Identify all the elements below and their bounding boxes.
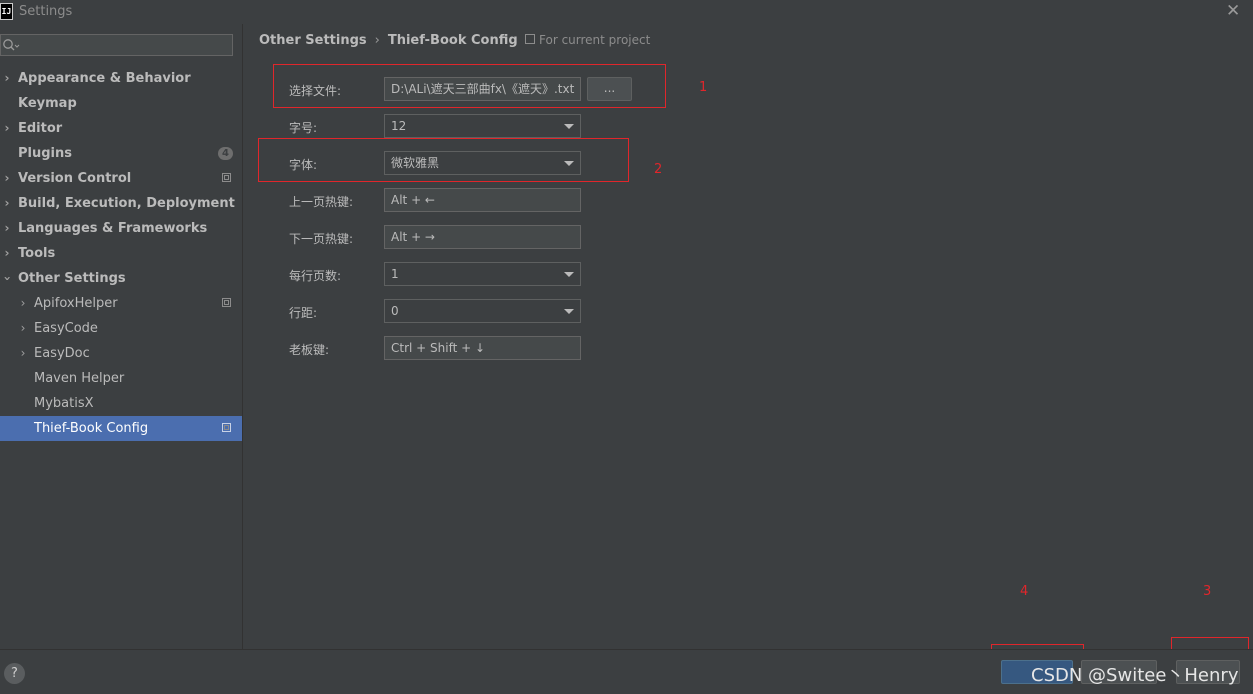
annotation-number-3: 3 xyxy=(1203,584,1212,599)
sidebar-item-label: EasyDoc xyxy=(34,346,90,361)
pages-per-row-value: 1 xyxy=(391,267,399,281)
breadcrumb-separator: › xyxy=(374,33,380,48)
project-scope-icon xyxy=(222,423,231,432)
sidebar-item-label: Maven Helper xyxy=(34,371,125,386)
project-scope-icon xyxy=(222,173,231,182)
settings-sidebar: › Appearance & Behavior Keymap › Editor … xyxy=(0,24,243,649)
sidebar-item-label: Editor xyxy=(18,121,63,136)
sidebar-item-label: ApifoxHelper xyxy=(34,296,118,311)
sidebar-item-thief-book-config[interactable]: Thief-Book Config xyxy=(0,416,242,441)
sidebar-item-label: Keymap xyxy=(18,96,77,111)
scope-label: For current project xyxy=(539,33,651,47)
sidebar-item-tools[interactable]: › Tools xyxy=(0,241,242,266)
sidebar-item-label: Appearance & Behavior xyxy=(18,71,191,86)
sidebar-item-label: Plugins xyxy=(18,146,72,161)
sidebar-item-label: Tools xyxy=(18,246,56,261)
sidebar-item-label: Version Control xyxy=(18,171,132,186)
line-spacing-select[interactable]: 0 xyxy=(384,299,581,323)
sidebar-item-label: Other Settings xyxy=(18,271,126,286)
sidebar-item-editor[interactable]: › Editor xyxy=(0,116,242,141)
sidebar-item-maven-helper[interactable]: Maven Helper xyxy=(0,366,242,391)
boss-key-field[interactable]: Ctrl + Shift + ↓ xyxy=(384,336,581,360)
chevron-right-icon: › xyxy=(4,196,10,210)
annotation-number-2: 2 xyxy=(654,162,663,177)
annotation-number-1: 1 xyxy=(699,80,708,95)
chevron-right-icon: › xyxy=(4,171,10,185)
title-bar: IJ Settings ✕ xyxy=(0,0,1253,24)
sidebar-item-keymap[interactable]: Keymap xyxy=(0,91,242,116)
help-icon[interactable]: ? xyxy=(4,663,25,684)
prev-page-hotkey-field[interactable]: Alt + ← xyxy=(384,188,581,212)
chevron-down-icon: › xyxy=(0,276,15,281)
sidebar-item-apifoxhelper[interactable]: › ApifoxHelper xyxy=(0,291,242,316)
dropdown-arrow-icon xyxy=(564,309,574,314)
intellij-app-icon: IJ xyxy=(0,3,13,20)
dropdown-arrow-icon xyxy=(564,272,574,277)
breadcrumb-current: Thief-Book Config xyxy=(387,33,518,48)
boss-key-label: 老板键: xyxy=(289,343,330,357)
annotation-box-2 xyxy=(258,138,629,182)
csdn-watermark: CSDN @Switee丶Henry xyxy=(1031,665,1239,686)
chevron-right-icon: › xyxy=(4,121,10,135)
annotation-number-4: 4 xyxy=(1020,584,1029,599)
line-spacing-label: 行距: xyxy=(289,306,318,320)
next-page-hotkey-field[interactable]: Alt + → xyxy=(384,225,581,249)
pages-per-row-label: 每行页数: xyxy=(289,269,342,283)
annotation-box-1 xyxy=(273,64,666,108)
project-scope-icon xyxy=(222,298,231,307)
sidebar-item-easydoc[interactable]: › EasyDoc xyxy=(0,341,242,366)
sidebar-item-plugins[interactable]: Plugins 4 xyxy=(0,141,242,166)
chevron-right-icon: › xyxy=(20,296,26,310)
sidebar-item-mybatisx[interactable]: MybatisX xyxy=(0,391,242,416)
sidebar-item-languages-frameworks[interactable]: › Languages & Frameworks xyxy=(0,216,242,241)
sidebar-item-label: Build, Execution, Deployment xyxy=(18,196,235,211)
breadcrumb: Other Settings › Thief-Book Config xyxy=(259,33,518,48)
sidebar-item-other-settings[interactable]: › Other Settings xyxy=(0,266,242,291)
chevron-right-icon: › xyxy=(20,321,26,335)
pages-per-row-select[interactable]: 1 xyxy=(384,262,581,286)
window-title: Settings xyxy=(19,4,73,19)
chevron-right-icon: › xyxy=(4,246,10,260)
scope-indicator: For current project xyxy=(525,33,650,47)
font-size-label: 字号: xyxy=(289,121,318,135)
next-page-hotkey-label: 下一页热键: xyxy=(289,232,354,246)
sidebar-item-label: Thief-Book Config xyxy=(34,421,149,436)
sidebar-item-appearance-behavior[interactable]: › Appearance & Behavior xyxy=(0,66,242,91)
sidebar-item-easycode[interactable]: › EasyCode xyxy=(0,316,242,341)
font-size-select[interactable]: 12 xyxy=(384,114,581,138)
search-icon xyxy=(3,39,20,51)
dropdown-arrow-icon xyxy=(564,124,574,129)
chevron-right-icon: › xyxy=(4,221,10,235)
plugins-update-badge: 4 xyxy=(218,147,233,160)
line-spacing-value: 0 xyxy=(391,304,399,318)
sidebar-item-label: MybatisX xyxy=(34,396,94,411)
close-icon[interactable]: ✕ xyxy=(1226,1,1240,21)
chevron-right-icon: › xyxy=(20,346,26,360)
breadcrumb-parent[interactable]: Other Settings xyxy=(259,33,367,48)
prev-page-hotkey-label: 上一页热键: xyxy=(289,195,354,209)
sidebar-item-version-control[interactable]: › Version Control xyxy=(0,166,242,191)
search-input[interactable] xyxy=(0,34,233,56)
chevron-right-icon: › xyxy=(4,71,10,85)
sidebar-item-label: Languages & Frameworks xyxy=(18,221,208,236)
sidebar-item-build-execution-deployment[interactable]: › Build, Execution, Deployment xyxy=(0,191,242,216)
sidebar-item-label: EasyCode xyxy=(34,321,98,336)
font-size-value: 12 xyxy=(391,119,407,133)
project-scope-icon xyxy=(525,34,535,44)
